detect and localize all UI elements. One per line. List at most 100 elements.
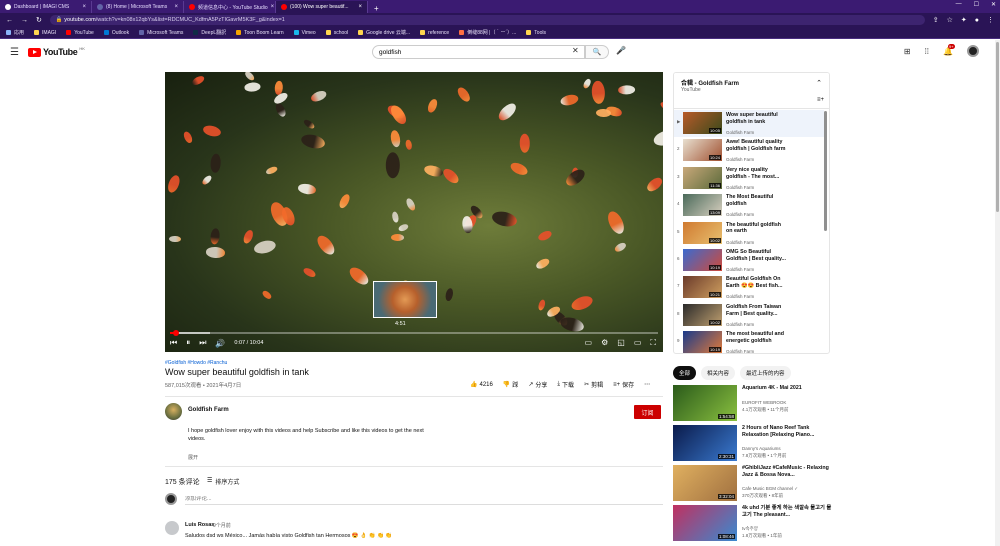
bookmark-item[interactable]: reference [420,30,449,36]
bookmark-item[interactable]: 応用 [6,29,24,36]
bookmark-item[interactable]: Microsoft Teams [139,30,183,36]
playlist-item-title[interactable]: Very nice quality goldfish - The most... [726,167,788,181]
show-more-button[interactable]: 展开 [188,454,198,461]
browser-tab-active[interactable]: (100) Wow super beautif... × [276,1,368,13]
browser-tab[interactable]: (8) Home | Microsoft Teams × [92,1,184,13]
playlist-item-thumbnail[interactable]: 10:24 [683,139,722,162]
bookmark-item[interactable]: YouTube [66,30,94,36]
save-button[interactable]: ≡+ 保存 [613,380,634,390]
subtitles-icon[interactable]: ▭ [585,338,593,348]
hamburger-menu-icon[interactable]: ☰ [10,47,19,58]
browser-tab[interactable]: Dashboard | IMAGI CMS × [0,1,92,13]
share-page-icon[interactable]: ⇪ [933,16,939,24]
bookmark-item[interactable]: school [325,30,348,36]
address-bar[interactable]: 🔒 youtube.com/watch?v=kn08x12qbYs&list=R… [49,15,925,25]
recommended-thumbnail[interactable]: 1:08:46 [673,505,737,541]
playlist-item-title[interactable]: Goldfish From Taiwan Farm | Best quality… [726,304,788,318]
playlist-item-title[interactable]: Wow super beautiful goldfish in tank [726,112,788,126]
playlist-item-thumbnail[interactable]: 10:19 [683,331,722,353]
recommended-channel[interactable]: Cafe Music BGM channel ✓ [742,486,798,493]
progress-scrubber-handle[interactable] [172,330,179,336]
playlist-item-thumbnail[interactable]: 10:05 [683,112,722,134]
back-icon[interactable]: ← [6,17,13,24]
reload-icon[interactable]: ↻ [36,16,42,24]
minimize-icon[interactable]: — [956,1,962,8]
recommended-title[interactable]: 2 Hours of Nano Reef Tank Relaxation [Re… [742,425,832,439]
new-tab-button[interactable]: + [368,4,385,13]
progress-bar[interactable] [170,332,658,334]
comment-time[interactable]: 9个月前 [213,522,231,529]
bookmark-star-icon[interactable]: ☆ [947,16,953,24]
bookmark-item[interactable]: Vimeo [293,30,316,36]
playlist-title[interactable]: 合辑 - Goldfish Farm [681,78,739,87]
download-button[interactable]: ⤓ 下载 [557,380,574,389]
bookmark-item[interactable]: IMAGI [34,30,56,36]
more-actions-button[interactable]: ⋯ [644,381,650,388]
filter-chip[interactable]: 相关内容 [701,366,736,380]
bookmark-item[interactable]: DeepL翻訳 [193,29,226,36]
playlist-item-title[interactable]: The Most Beautiful goldfish [726,194,788,208]
sort-comments-button[interactable]: ☰ 排序方式 [207,477,239,486]
playlist-item[interactable]: 8 10:02 Goldfish From Taiwan Farm | Best q… [674,302,824,329]
playlist-item[interactable]: 4 13:09 The Most Beautiful goldfish Goldfis… [674,192,824,219]
video-hashtags[interactable]: #Goldfish #Howdo #Ranchu [165,360,227,366]
filter-chip[interactable]: 最近上传的内容 [740,366,791,380]
apps-grid-icon[interactable]: ⁞⁞ [925,47,929,56]
playlist-item-thumbnail[interactable]: 11:36 [683,166,722,189]
search-button[interactable]: 🔍 [585,45,609,59]
playlist-item[interactable]: ▶ 10:05 Wow super beautiful goldfish in ta… [674,110,824,137]
bookmark-item[interactable]: Google drive 云端... [358,29,410,36]
browser-menu-icon[interactable]: ⋮ [987,16,994,24]
recommended-title[interactable]: 4k uhd 기분 좋게 하는 색깔속 물고기 물고기 The pleasant… [742,505,832,519]
close-tab-icon[interactable]: × [271,4,275,10]
filter-chip[interactable]: 全部 [673,366,697,380]
recommended-channel[interactable]: tv속주양 [742,526,758,533]
playlist-item[interactable]: 6 10:19 OMG So Beautiful Goldfish | Best q… [674,247,824,274]
maximize-icon[interactable]: ☐ [974,1,979,8]
channel-name[interactable]: Goldfish Farm [188,407,229,413]
playlist-save-icon[interactable]: ≡+ [817,97,824,103]
bookmark-item[interactable]: Tools [526,30,546,36]
subscribe-button[interactable]: 订阅 [634,405,661,419]
playlist-item-thumbnail[interactable]: 10:02 [683,303,722,326]
playlist-item[interactable]: 5 10:02 The beautiful goldfish on earth Gol… [674,220,824,247]
playlist-item-thumbnail[interactable]: 10:02 [683,221,722,244]
close-tab-icon[interactable]: × [82,4,86,10]
playlist-item[interactable]: 2 10:24 Aww! Beautiful quality goldfish | … [674,137,824,164]
playlist-item-title[interactable]: The beautiful goldfish on earth [726,222,788,236]
recommended-title[interactable]: Aquarium 4K - Mai 2021 [742,385,832,392]
playlist-item-title[interactable]: Beautiful Goldfish On Earth 😍😍 Best fish… [726,276,788,290]
channel-avatar[interactable] [165,403,182,420]
search-input[interactable] [372,45,585,59]
microphone-icon[interactable]: 🎤 [616,46,626,55]
like-button[interactable]: 👍 4216 [470,381,493,389]
dislike-button[interactable]: 👎 踩 [503,380,519,389]
fullscreen-icon[interactable]: ⛶ [650,338,656,348]
comment-author[interactable]: Luis Rosas [185,522,214,528]
recommended-video[interactable]: 3:32:04 #GhibliJazz #CafeMusic - Relaxing… [673,465,833,501]
page-scrollbar-thumb[interactable] [996,42,999,212]
notifications-bell-icon[interactable]: 🔔 9+ [943,43,955,56]
recommended-channel[interactable]: EUROFIT WEBROOK [742,400,786,407]
recommended-thumbnail[interactable]: 3:32:04 [673,465,737,501]
playlist-item[interactable]: 7 10:21 Beautiful Goldfish On Earth 😍😍 Bes… [674,274,824,301]
next-video-icon[interactable]: ⏭ [199,338,206,348]
share-button[interactable]: ↗ 分享 [528,380,547,389]
bookmark-item[interactable]: 倒缝88网 |（｀ー´）... [459,29,516,36]
recommended-video[interactable]: 1:54:58 Aquarium 4K - Mai 2021 EUROFIT WEB… [673,385,833,421]
recommended-thumbnail[interactable]: 2:30:31 [673,425,737,461]
recommended-video[interactable]: 2:30:31 2 Hours of Nano Reef Tank Relaxat… [673,425,833,461]
recommended-channel[interactable]: Danny's Aquariums [742,446,781,453]
volume-icon[interactable]: 🔊 [215,339,225,348]
settings-gear-icon[interactable]: ⚙ [601,338,608,348]
playlist-item-thumbnail[interactable]: 10:19 [683,249,722,271]
bookmark-item[interactable]: Toon Boom Learn [236,30,284,36]
add-comment-input[interactable] [185,496,663,505]
browser-tab[interactable]: 频道信息中心 - YouTube Studio × [184,1,276,13]
profile-icon[interactable]: ● [975,17,979,24]
playlist-item-title[interactable]: OMG So Beautiful Goldfish | Best quality… [726,249,788,263]
playlist-scrollbar[interactable] [824,111,827,231]
chevron-up-icon[interactable]: ⌃ [816,79,822,87]
youtube-logo[interactable]: YouTube HK [28,46,85,57]
close-tab-icon[interactable]: × [174,4,178,10]
